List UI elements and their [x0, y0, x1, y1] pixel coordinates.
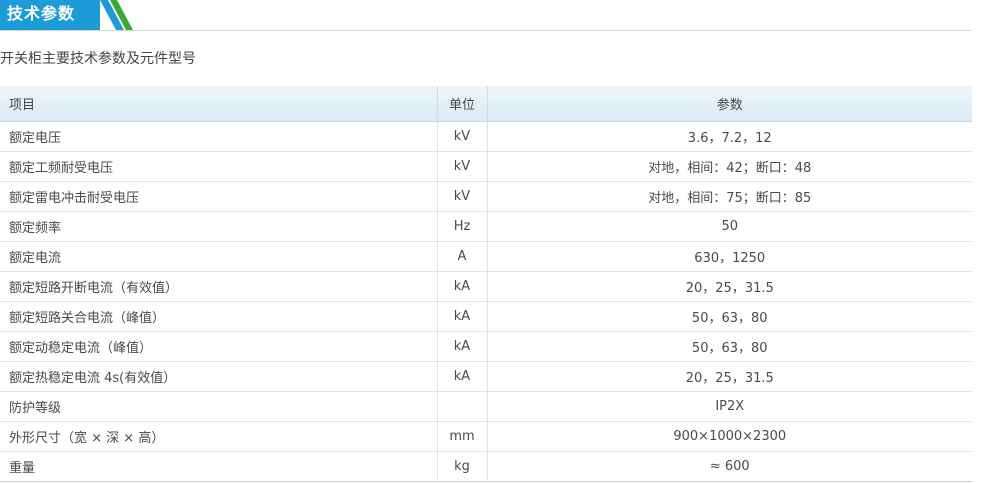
row-item: 外形尺寸（宽 × 深 × 高） [0, 421, 437, 452]
row-unit: Hz [436, 211, 488, 242]
row-value: 20，25，31.5 [487, 271, 972, 302]
table-row: 额定频率 Hz 50 [0, 211, 972, 242]
row-unit: kg [436, 451, 488, 482]
table-row: 额定工频耐受电压 kV 对地，相间：42；断口：48 [0, 151, 972, 182]
row-item: 额定短路关合电流（峰值） [0, 301, 437, 332]
row-unit: kA [436, 331, 488, 362]
table-row: 额定电压 kV 3.6，7.2，12 [0, 121, 972, 152]
row-item: 额定电流 [0, 241, 437, 272]
header-item: 项目 [0, 86, 437, 122]
row-item: 额定雷电冲击耐受电压 [0, 181, 437, 212]
row-unit: kV [436, 151, 488, 182]
table-row: 重量 kg ≈ 600 [0, 451, 972, 482]
row-unit: kA [436, 301, 488, 332]
row-item: 防护等级 [0, 391, 437, 422]
table-row: 额定短路开断电流（有效值） kA 20，25，31.5 [0, 271, 972, 302]
row-item: 额定短路开断电流（有效值） [0, 271, 437, 302]
row-item: 额定热稳定电流 4s(有效值） [0, 361, 437, 392]
row-value: 50 [487, 211, 972, 242]
row-value: 50，63，80 [487, 331, 972, 362]
table-row: 额定电流 A 630，1250 [0, 241, 972, 272]
section-tab: 技术参数 [0, 0, 100, 30]
table-row: 额定短路关合电流（峰值） kA 50，63，80 [0, 301, 972, 332]
row-unit: kV [436, 121, 488, 152]
row-value: IP2X [487, 391, 972, 422]
row-unit [436, 391, 488, 422]
row-item: 重量 [0, 451, 437, 482]
header-value: 参数 [487, 86, 972, 122]
row-value: 3.6，7.2，12 [487, 121, 972, 152]
row-value: 对地，相间：42；断口：48 [487, 151, 972, 182]
table-row: 额定动稳定电流（峰值） kA 50，63，80 [0, 331, 972, 362]
table-row: 防护等级 IP2X [0, 391, 972, 422]
row-value: 50，63，80 [487, 301, 972, 332]
row-item: 额定工频耐受电压 [0, 151, 437, 182]
table-row: 外形尺寸（宽 × 深 × 高） mm 900×1000×2300 [0, 421, 972, 452]
section-header: 技术参数 [0, 0, 972, 31]
row-item: 额定频率 [0, 211, 437, 242]
row-unit: kA [436, 271, 488, 302]
row-unit: mm [436, 421, 488, 452]
row-unit: A [436, 241, 488, 272]
row-item: 额定电压 [0, 121, 437, 152]
table-caption: 开关柜主要技术参数及元件型号 [0, 51, 196, 67]
row-value: 对地，相间：75；断口：85 [487, 181, 972, 212]
row-value: 20，25，31.5 [487, 361, 972, 392]
header-unit: 单位 [436, 86, 488, 122]
spec-page: 技术参数 开关柜主要技术参数及元件型号 项目 单位 参数 额定电压 kV 3.6… [0, 0, 1000, 483]
table-header-row: 项目 单位 参数 [0, 86, 972, 122]
stripes-decoration [100, 0, 133, 30]
row-value: 900×1000×2300 [487, 421, 972, 452]
spec-table: 项目 单位 参数 额定电压 kV 3.6，7.2，12 额定工频耐受电压 kV … [0, 86, 972, 482]
table-row: 额定热稳定电流 4s(有效值） kA 20，25，31.5 [0, 361, 972, 392]
row-value: ≈ 600 [487, 451, 972, 482]
table-row: 额定雷电冲击耐受电压 kV 对地，相间：75；断口：85 [0, 181, 972, 212]
row-value: 630，1250 [487, 241, 972, 272]
row-unit: kA [436, 361, 488, 392]
section-title: 技术参数 [7, 4, 76, 23]
row-unit: kV [436, 181, 488, 212]
row-item: 额定动稳定电流（峰值） [0, 331, 437, 362]
